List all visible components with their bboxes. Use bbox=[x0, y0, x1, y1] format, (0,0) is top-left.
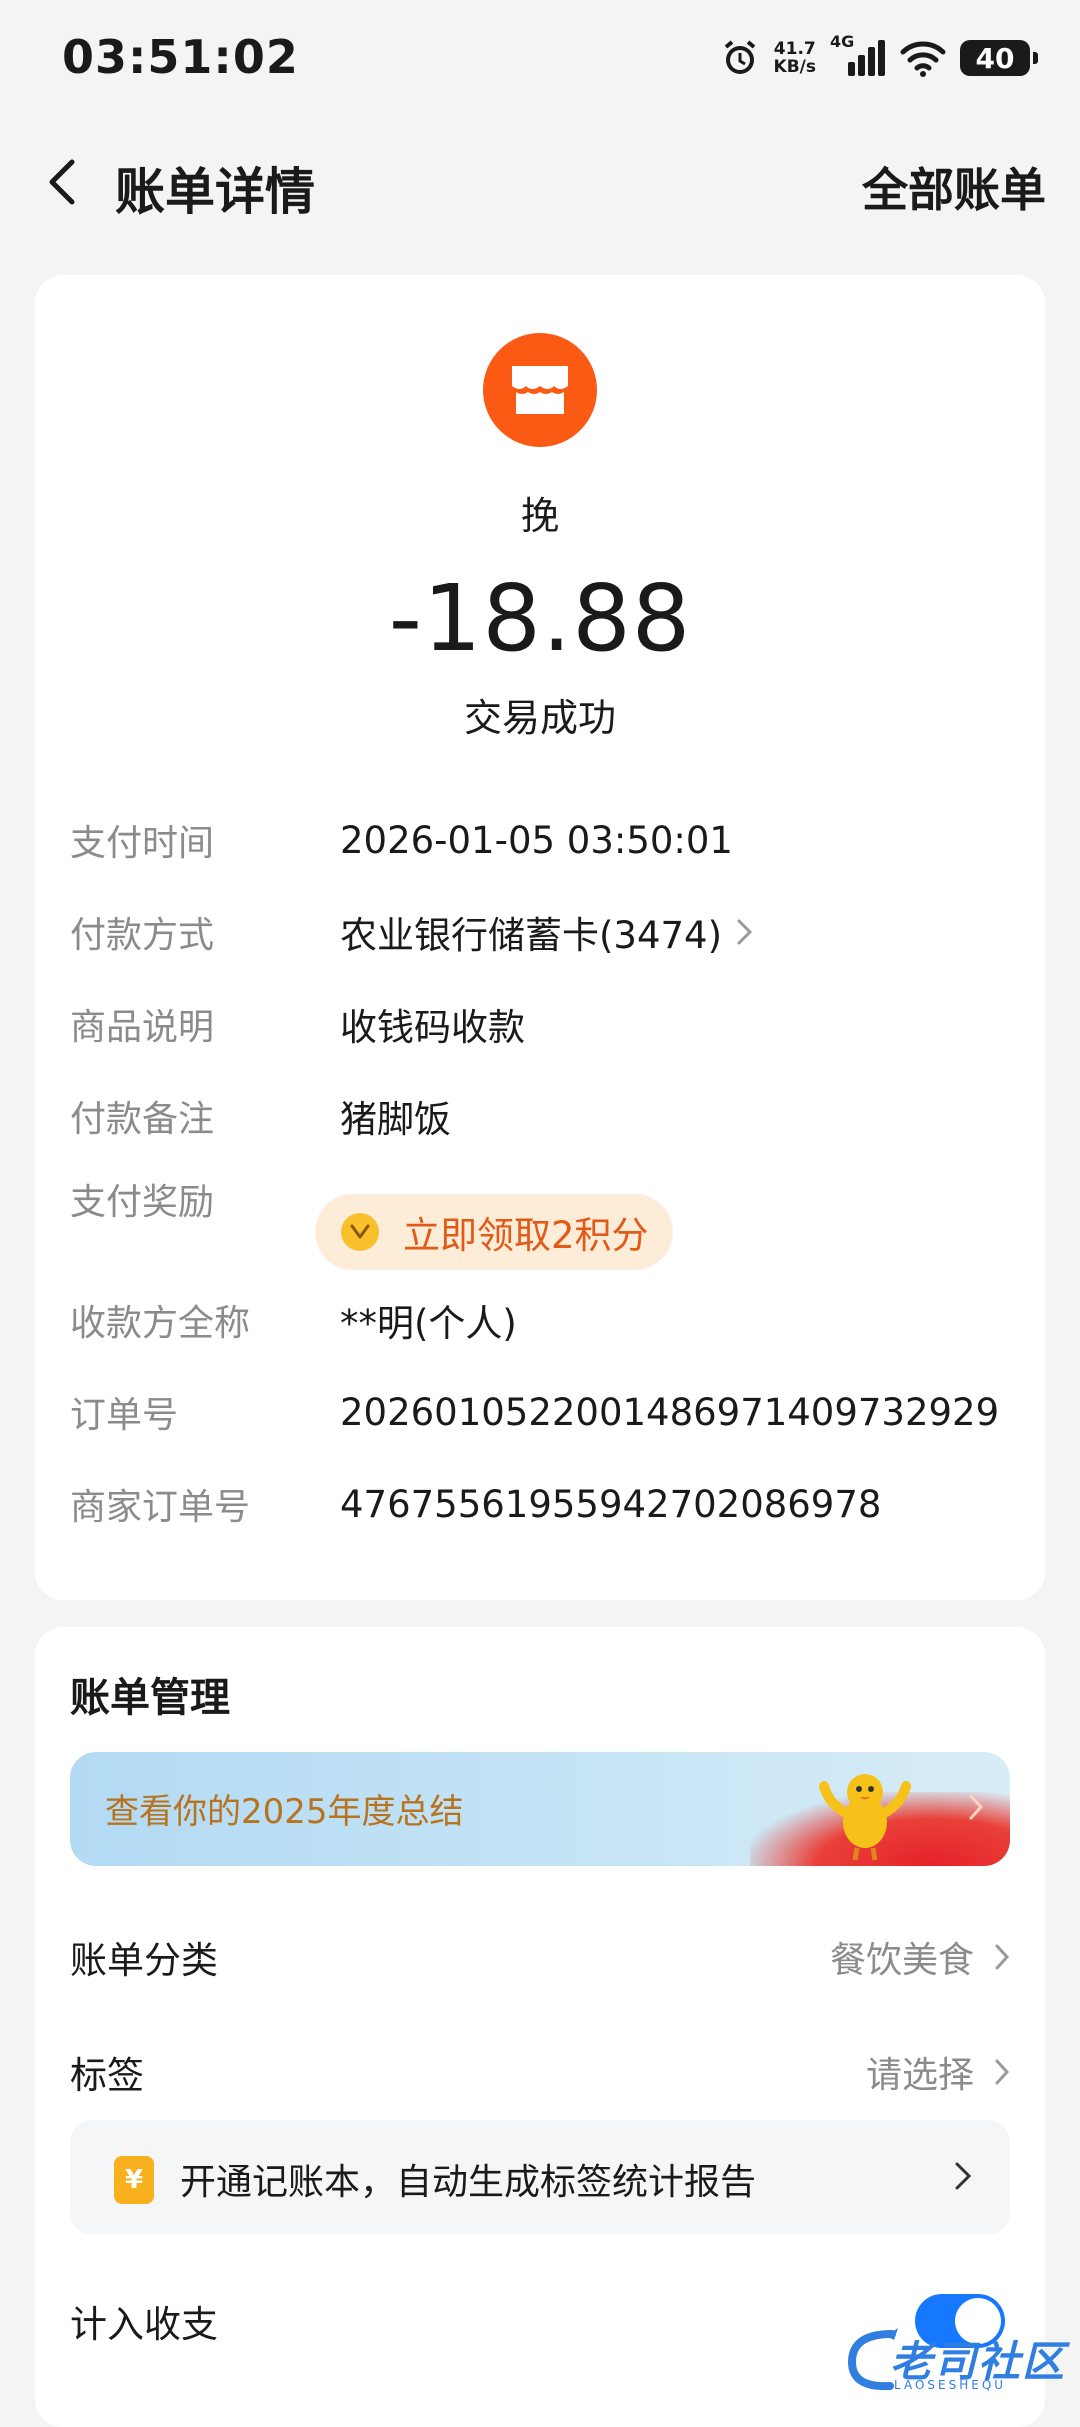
watermark-logo: 老司社区 LAOSESHEQU bbox=[842, 2320, 1072, 2400]
detail-label: 订单号 bbox=[70, 1395, 179, 1436]
transaction-status: 交易成功 bbox=[463, 696, 616, 740]
page-title: 账单详情 bbox=[115, 163, 315, 221]
detail-label: 付款备注 bbox=[70, 1099, 215, 1140]
bill-management-card: 账单管理 查看你的2025年度总结 账单分类 餐饮美食 标签 请选择 ¥ 开通记… bbox=[35, 1627, 1045, 2427]
amount: -18.88 bbox=[388, 565, 692, 672]
detail-row-payment-method[interactable]: 付款方式 农业银行储蓄卡(3474) bbox=[70, 897, 1010, 967]
points-coin-icon bbox=[341, 1213, 379, 1251]
chevron-right-icon bbox=[955, 2162, 972, 2190]
detail-row-merchant-order-no: 商家订单号 4767556195594270208697​8 bbox=[70, 1469, 1010, 1539]
bookkeeping-promo[interactable]: ¥ 开通记账本，自动生成标签统计报告 bbox=[70, 2120, 1010, 2234]
alarm-icon bbox=[720, 38, 760, 78]
detail-value: 2026-01-05 03:50:01 bbox=[340, 818, 733, 862]
detail-row-description: 商品说明 收钱码收款 bbox=[70, 989, 1010, 1059]
all-bills-link[interactable]: 全部账单 bbox=[862, 154, 1046, 220]
network-type: 4G bbox=[830, 32, 855, 51]
tag-value-text: 请选择 bbox=[865, 2055, 974, 2096]
mascot-icon bbox=[810, 1764, 920, 1866]
detail-row-remark: 付款备注 猪脚饭 bbox=[70, 1081, 1010, 1151]
battery-icon: 40 bbox=[960, 40, 1038, 76]
store-icon bbox=[483, 333, 597, 447]
claim-points-label: 立即领取2积分 bbox=[403, 1214, 649, 1257]
detail-value: 猪脚饭 bbox=[340, 1098, 451, 1141]
chevron-right-icon bbox=[737, 919, 753, 945]
detail-row-reward: 支付奖励 立即领取2积分 bbox=[70, 1173, 1010, 1270]
category-value: 餐饮美食 bbox=[830, 1931, 1010, 1983]
chevron-right-icon bbox=[995, 1944, 1010, 1970]
status-icons: 41.7 KB/s 4G 40 bbox=[720, 30, 1038, 86]
tag-label: 标签 bbox=[70, 2054, 144, 2097]
chevron-right-icon bbox=[995, 2059, 1010, 2085]
detail-label: 付款方式 bbox=[70, 915, 215, 956]
promo-text: 开通记账本，自动生成标签统计报告 bbox=[180, 2162, 757, 2203]
status-time: 03:51:02 bbox=[62, 30, 299, 84]
category-label: 账单分类 bbox=[70, 1939, 218, 1982]
merchant-name: 挽 bbox=[520, 494, 559, 538]
category-value-text: 餐饮美食 bbox=[829, 1940, 974, 1981]
detail-label: 支付时间 bbox=[70, 823, 215, 864]
watermark-subtext: LAOSESHEQU bbox=[894, 2378, 1007, 2392]
include-label: 计入收支 bbox=[70, 2303, 218, 2346]
detail-label: 收款方全称 bbox=[70, 1303, 251, 1344]
wifi-icon bbox=[900, 38, 946, 78]
detail-value: 4767556195594270208697​8 bbox=[340, 1482, 882, 1526]
banner-text: 查看你的2025年度总结 bbox=[105, 1792, 464, 1832]
nav-bar: 账单详情 全部账单 bbox=[0, 130, 1080, 240]
tag-row[interactable]: 标签 请选择 bbox=[70, 2032, 1010, 2112]
tag-value: 请选择 bbox=[866, 2046, 1010, 2098]
bookkeeping-icon: ¥ bbox=[114, 2156, 154, 2204]
detail-label: 支付奖励 bbox=[70, 1182, 215, 1223]
detail-value: **明(个人) bbox=[340, 1302, 517, 1345]
chevron-left-icon bbox=[49, 159, 75, 205]
claim-points-button[interactable]: 立即领取2积分 bbox=[315, 1194, 673, 1270]
signal-icon: 4G bbox=[830, 32, 886, 78]
net-speed-unit: KB/s bbox=[773, 57, 816, 77]
bill-category-row[interactable]: 账单分类 餐饮美食 bbox=[70, 1917, 1010, 1997]
detail-row-order-no: 订单号 2026010522001486971409732929 bbox=[70, 1377, 1010, 1447]
annual-summary-banner[interactable]: 查看你的2025年度总结 bbox=[70, 1752, 1010, 1866]
detail-label: 商家订单号 bbox=[70, 1487, 251, 1528]
net-speed-value: 41.7 bbox=[773, 39, 816, 59]
detail-value: 农业银行储蓄卡(3474) bbox=[340, 914, 723, 957]
transaction-card: 挽 -18.88 交易成功 支付时间 2026-01-05 03:50:01 付… bbox=[35, 275, 1045, 1600]
status-bar: 03:51:02 41.7 KB/s 4G 40 bbox=[0, 0, 1080, 110]
back-button[interactable] bbox=[36, 152, 96, 212]
payment-method-value[interactable]: 农业银行储蓄卡(3474) bbox=[340, 905, 754, 959]
section-title: 账单管理 bbox=[70, 1675, 230, 1721]
chevron-right-icon bbox=[969, 1794, 984, 1820]
detail-label: 商品说明 bbox=[70, 1007, 215, 1048]
net-speed: 41.7 KB/s bbox=[774, 40, 816, 76]
detail-value: 2026010522001486971409732929 bbox=[340, 1390, 1000, 1434]
detail-value: 收钱码收款 bbox=[340, 1006, 525, 1049]
detail-row-payee: 收款方全称 **明(个人) bbox=[70, 1285, 1010, 1355]
detail-row-pay-time: 支付时间 2026-01-05 03:50:01 bbox=[70, 805, 1010, 875]
